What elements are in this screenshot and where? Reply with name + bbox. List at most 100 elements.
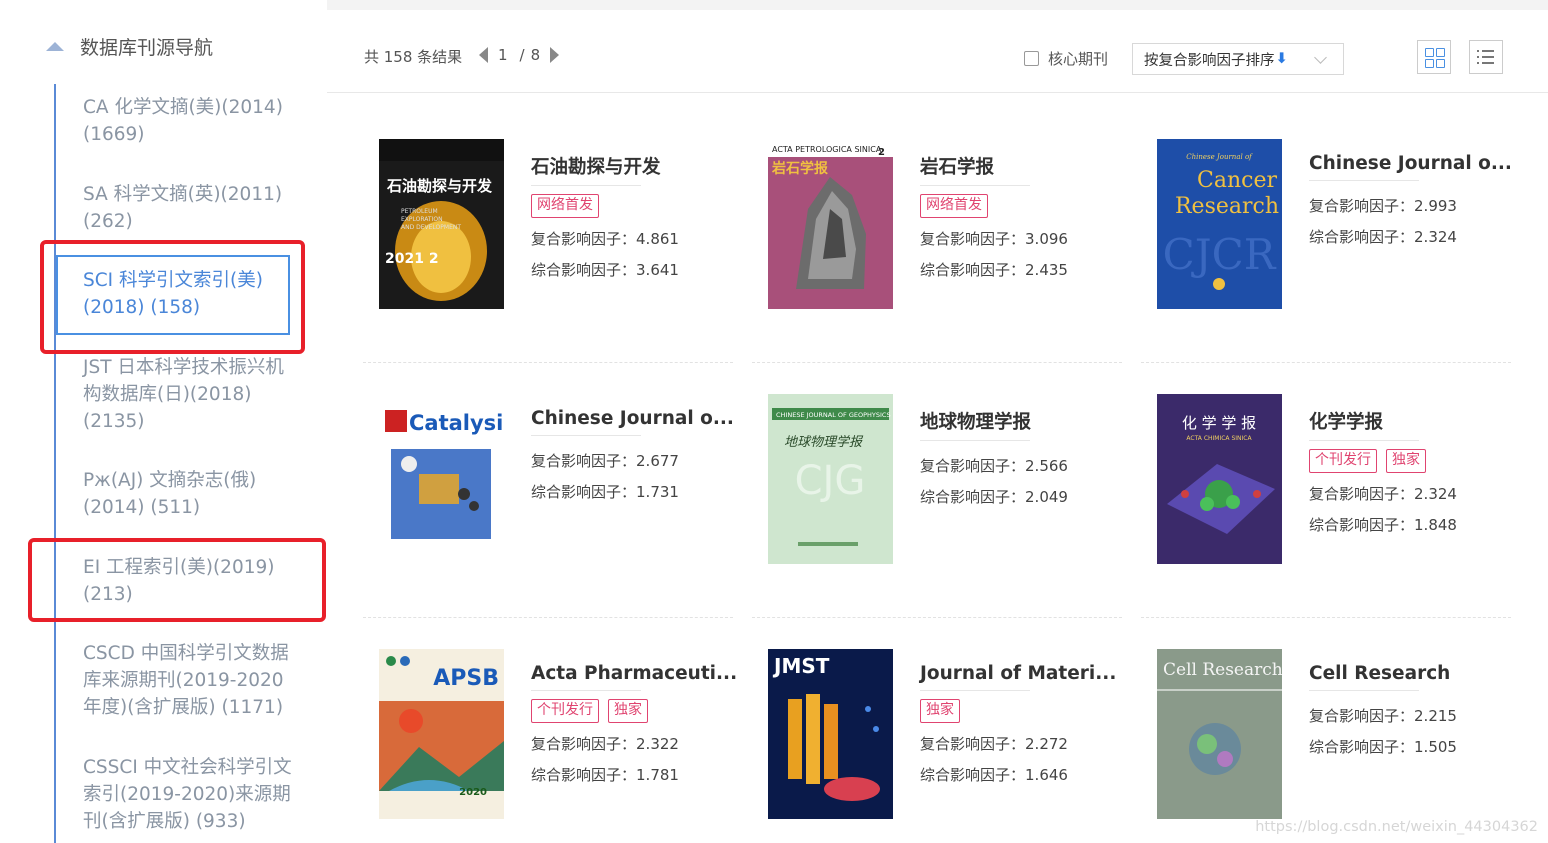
- sidebar-item-cscd[interactable]: CSCD 中国科学引文数据 库来源期刊(2019-2020 年度)(含扩展版) …: [83, 640, 298, 721]
- journal-title[interactable]: Chinese Journal o...: [1309, 153, 1512, 174]
- comprehensive-impact-factor: 综合影响因子：1.505: [1309, 736, 1494, 757]
- collapse-caret-icon[interactable]: [46, 41, 64, 51]
- sort-direction-icon: ⬇: [1275, 51, 1288, 67]
- metric-value: 1.781: [636, 766, 679, 784]
- journal-tags: 独家: [920, 699, 1105, 723]
- svg-text:岩石学报: 岩石学报: [771, 160, 828, 177]
- metric-label: 复合影响因子：: [1309, 485, 1415, 503]
- journal-cover[interactable]: 化 学 学 报 ACTA CHIMICA SINICA: [1157, 394, 1282, 564]
- svg-text:CHINESE JOURNAL OF GEOPHYSICS: CHINESE JOURNAL OF GEOPHYSICS: [776, 411, 891, 419]
- sort-select[interactable]: 按复合影响因子排序 ⬇: [1132, 43, 1344, 75]
- metric-value: 1.848: [1414, 516, 1457, 534]
- svg-text:APSB: APSB: [433, 666, 499, 691]
- metric-label: 综合影响因子：: [920, 488, 1026, 506]
- title-divider: [920, 440, 1030, 441]
- sidebar-item-cssci[interactable]: CSSCI 中文社会科学引文 索引(2019-2020)来源期 刊(含扩展版) …: [83, 754, 298, 835]
- sidebar-header[interactable]: 数据库刊源导航: [46, 30, 213, 62]
- journal-card[interactable]: Chinese Journal of Cancer Research CJCR …: [1141, 139, 1512, 329]
- svg-text:Research: Research: [1175, 194, 1279, 219]
- journal-info: 岩石学报 网络首发 复合影响因子：3.096 综合影响因子：2.435: [920, 139, 1105, 280]
- journal-card[interactable]: CHINESE JOURNAL OF GEOPHYSICS 地球物理学报 CJG…: [752, 394, 1102, 584]
- sidebar-item-label: Pж(AJ) 文摘杂志(俄): [83, 470, 257, 491]
- sidebar-item-count: (262): [83, 211, 133, 232]
- svg-text:2020: 2020: [459, 787, 487, 798]
- svg-text:2: 2: [878, 147, 885, 158]
- svg-text:CJCR: CJCR: [1163, 230, 1277, 279]
- row-divider: [1141, 617, 1511, 619]
- metric-value: 1.731: [636, 483, 679, 501]
- prev-page-icon[interactable]: [479, 47, 488, 63]
- journal-card[interactable]: Cell Research Cell Research 复合影响因子：2.215…: [1141, 649, 1491, 839]
- metric-value: 2.566: [1025, 457, 1068, 475]
- title-divider: [531, 690, 641, 691]
- sidebar-item-label: CA 化学文摘(美)(2014): [83, 97, 283, 118]
- comprehensive-impact-factor: 综合影响因子：3.641: [531, 259, 716, 280]
- svg-text:Chinese Journal of: Chinese Journal of: [1186, 153, 1253, 161]
- tag-exclusive: 独家: [1386, 449, 1426, 473]
- sidebar-item-label: JST 日本科学技术振兴机: [83, 357, 284, 378]
- sidebar-item-label: CSSCI 中文社会科学引文: [83, 757, 292, 778]
- journal-title[interactable]: Cell Research: [1309, 663, 1494, 684]
- journal-title[interactable]: Chinese Journal o...: [531, 408, 734, 429]
- journal-cover[interactable]: Catalysis: [379, 394, 504, 564]
- journal-tags: 个刊发行 独家: [1309, 449, 1494, 473]
- journal-card[interactable]: Catalysis Chinese Journal o... 复合影响因子：2.…: [363, 394, 734, 584]
- journal-cover[interactable]: ACTA PETROLOGICA SINICA 2 岩石学报: [768, 139, 893, 309]
- svg-text:CJG: CJG: [795, 458, 866, 504]
- sidebar-rail: [54, 84, 56, 843]
- comprehensive-impact-factor: 综合影响因子：2.324: [1309, 226, 1494, 247]
- journal-card[interactable]: APSB 2020 Acta Pharmaceuti... 个刊发行 独家 复合…: [363, 649, 737, 839]
- journal-title[interactable]: 石油勘探与开发: [531, 153, 716, 179]
- grid-view-button[interactable]: [1417, 40, 1451, 74]
- row-divider: [363, 617, 733, 619]
- core-journal-label: 核心期刊: [1048, 50, 1109, 68]
- comprehensive-impact-factor: 综合影响因子：1.731: [531, 481, 716, 502]
- journal-title[interactable]: 岩石学报: [920, 153, 1105, 179]
- title-divider: [920, 690, 1030, 691]
- core-journal-checkbox[interactable]: [1024, 51, 1039, 66]
- composite-impact-factor: 复合影响因子：2.324: [1309, 483, 1494, 504]
- chevron-down-icon: [1314, 51, 1327, 64]
- row-divider: [1141, 362, 1511, 364]
- next-page-icon[interactable]: [550, 47, 560, 63]
- metric-label: 复合影响因子：: [920, 457, 1026, 475]
- journal-info: 石油勘探与开发 网络首发 复合影响因子：4.861 综合影响因子：3.641: [531, 139, 716, 280]
- journal-cover[interactable]: 石油勘探与开发 PETROLEUM EXPLORATION AND DEVELO…: [379, 139, 504, 309]
- journal-card[interactable]: JMST Journal of Materi... 独家 复合影响因子：2.27…: [752, 649, 1116, 839]
- core-journal-filter[interactable]: 核心期刊: [1024, 48, 1108, 69]
- list-view-icon: [1482, 50, 1494, 52]
- composite-impact-factor: 复合影响因子：2.272: [920, 733, 1105, 754]
- journal-cover[interactable]: CHINESE JOURNAL OF GEOPHYSICS 地球物理学报 CJG: [768, 394, 893, 564]
- page-separator: /: [519, 46, 525, 64]
- journal-cover[interactable]: JMST: [768, 649, 893, 819]
- journal-card[interactable]: ACTA PETROLOGICA SINICA 2 岩石学报 岩石学报 网络首发…: [752, 139, 1102, 329]
- metric-label: 复合影响因子：: [531, 230, 637, 248]
- journal-card[interactable]: 化 学 学 报 ACTA CHIMICA SINICA 化学学报 个刊发行 独家…: [1141, 394, 1491, 584]
- journal-cover[interactable]: Cell Research: [1157, 649, 1282, 819]
- svg-text:Cancer: Cancer: [1197, 168, 1277, 193]
- journal-tags: 个刊发行 独家: [531, 699, 716, 723]
- journal-title[interactable]: 化学学报: [1309, 408, 1494, 434]
- sidebar-item-aj[interactable]: Pж(AJ) 文摘杂志(俄) (2014) (511): [83, 467, 298, 521]
- journal-cover[interactable]: Chinese Journal of Cancer Research CJCR: [1157, 139, 1282, 309]
- list-line: [1482, 62, 1494, 64]
- journal-title[interactable]: Acta Pharmaceuti...: [531, 663, 737, 684]
- journal-card[interactable]: 石油勘探与开发 PETROLEUM EXPLORATION AND DEVELO…: [363, 139, 713, 329]
- annotation-box-sci: [40, 240, 305, 354]
- tag-online-first: 网络首发: [920, 194, 988, 218]
- list-view-button[interactable]: [1469, 40, 1503, 74]
- journal-tags: 网络首发: [531, 194, 716, 218]
- metric-value: 2.215: [1414, 707, 1457, 725]
- list-line: [1482, 56, 1494, 58]
- sidebar: 数据库刊源导航 CA 化学文摘(美)(2014) (1669) SA 科学文摘(…: [0, 0, 327, 843]
- title-divider: [920, 185, 1030, 186]
- sidebar-item-jst[interactable]: JST 日本科学技术振兴机 构数据库(日)(2018) (2135): [83, 354, 298, 435]
- sidebar-item-ca[interactable]: CA 化学文摘(美)(2014) (1669): [83, 94, 298, 148]
- journal-cover[interactable]: APSB 2020: [379, 649, 504, 819]
- watermark: https://blog.csdn.net/weixin_44304362: [1255, 819, 1538, 835]
- sidebar-item-sa[interactable]: SA 科学文摘(英)(2011) (262): [83, 181, 298, 235]
- metric-value: 2.435: [1025, 261, 1068, 279]
- journal-title[interactable]: Journal of Materi...: [920, 663, 1116, 684]
- metric-value: 2.322: [636, 735, 679, 753]
- journal-title[interactable]: 地球物理学报: [920, 408, 1105, 434]
